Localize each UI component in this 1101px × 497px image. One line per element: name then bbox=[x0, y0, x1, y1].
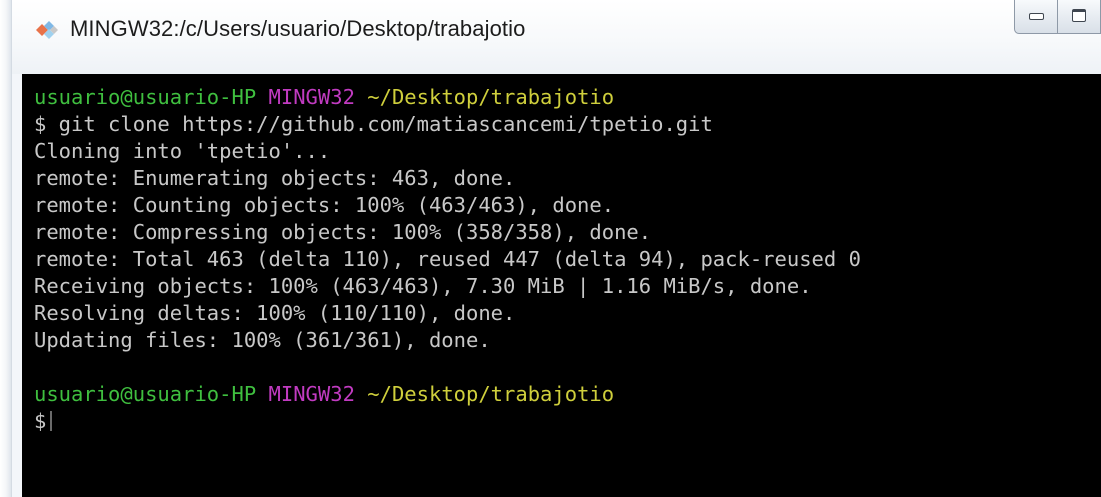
maximize-icon bbox=[1072, 9, 1086, 22]
output-line: Receiving objects: 100% (463/463), 7.30 … bbox=[34, 274, 812, 298]
terminal-window: MINGW32:/c/Users/usuario/Desktop/trabajo… bbox=[0, 0, 1101, 497]
prompt-user: usuario@usuario-HP bbox=[34, 85, 257, 109]
output-line: remote: Enumerating objects: 463, done. bbox=[34, 166, 516, 190]
prompt-line: usuario@usuario-HP MINGW32 ~/Desktop/tra… bbox=[34, 84, 1101, 111]
output-line: remote: Compressing objects: 100% (358/3… bbox=[34, 220, 652, 244]
prompt-host: MINGW32 bbox=[268, 382, 355, 406]
window-title: MINGW32:/c/Users/usuario/Desktop/trabajo… bbox=[70, 16, 526, 41]
output-line: Cloning into 'tpetio'... bbox=[34, 139, 331, 163]
command-line: $ git clone https://github.com/matiascan… bbox=[34, 112, 713, 136]
minimize-icon bbox=[1029, 13, 1044, 20]
text-cursor bbox=[50, 411, 53, 431]
input-prompt: $ bbox=[34, 409, 47, 433]
title-bar[interactable]: MINGW32:/c/Users/usuario/Desktop/trabajo… bbox=[12, 0, 1101, 74]
input-line[interactable]: $ bbox=[34, 408, 1101, 435]
prompt-path: ~/Desktop/trabajotio bbox=[367, 85, 615, 109]
terminal-output[interactable]: usuario@usuario-HP MINGW32 ~/Desktop/tra… bbox=[22, 74, 1101, 497]
prompt-host: MINGW32 bbox=[268, 85, 355, 109]
prompt-path: ~/Desktop/trabajotio bbox=[367, 382, 615, 406]
git-bash-diamond-icon bbox=[32, 18, 60, 42]
window-controls bbox=[1014, 0, 1101, 40]
output-line: remote: Counting objects: 100% (463/463)… bbox=[34, 193, 615, 217]
output-line: Resolving deltas: 100% (110/110), done. bbox=[34, 301, 516, 325]
window-left-frame bbox=[0, 0, 12, 497]
maximize-button[interactable] bbox=[1058, 0, 1101, 34]
minimize-button[interactable] bbox=[1014, 0, 1058, 34]
prompt-line: usuario@usuario-HP MINGW32 ~/Desktop/tra… bbox=[34, 381, 1101, 408]
output-line: Updating files: 100% (361/361), done. bbox=[34, 328, 491, 352]
prompt-user: usuario@usuario-HP bbox=[34, 382, 257, 406]
output-line: remote: Total 463 (delta 110), reused 44… bbox=[34, 247, 861, 271]
